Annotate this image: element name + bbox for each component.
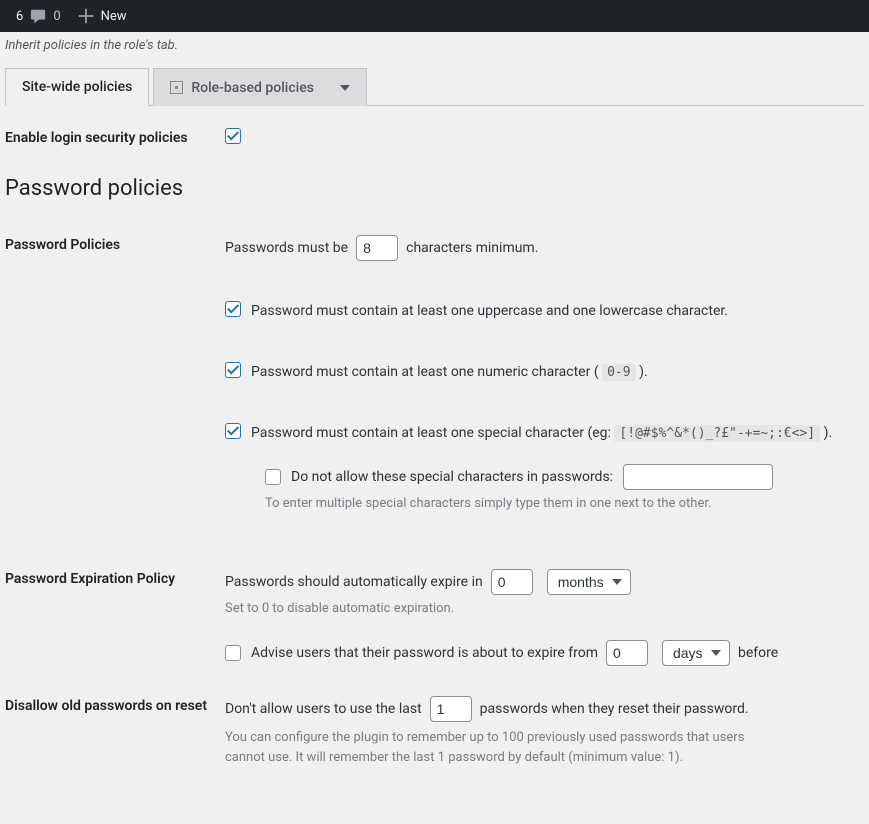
tab-rolebased-label: Role-based policies: [191, 80, 314, 96]
disallow-prefix: Don't allow users to use the last: [225, 701, 422, 717]
lock-icon: [170, 81, 183, 94]
expire-prefix: Passwords should automatically expire in: [225, 574, 483, 590]
admin-bar: 6 0 New: [0, 0, 869, 32]
disallow-count-input[interactable]: [430, 696, 472, 722]
updates-count-label: 0: [53, 9, 60, 24]
advise-prefix: Advise users that their password is abou…: [251, 645, 598, 661]
expire-value-input[interactable]: [491, 569, 533, 595]
min-chars-input[interactable]: [356, 235, 398, 261]
new-label: New: [101, 9, 127, 24]
advise-suffix: before: [738, 645, 778, 661]
expire-unit-select[interactable]: months: [547, 569, 631, 595]
plus-icon: [77, 7, 95, 25]
enable-label: Enable login security policies: [5, 128, 225, 146]
advise-checkbox[interactable]: [225, 645, 241, 661]
comments-count-label: 6: [16, 9, 23, 24]
expiration-label: Password Expiration Policy: [5, 569, 225, 587]
special-char-checkbox[interactable]: [225, 423, 241, 439]
uppercase-lowercase-checkbox[interactable]: [225, 301, 241, 317]
uppercase-lowercase-label: Password must contain at least one upper…: [251, 301, 728, 322]
section-heading-password-policies: Password policies: [5, 176, 864, 201]
password-policies-label: Password Policies: [5, 235, 225, 253]
min-prefix: Passwords must be: [225, 240, 348, 256]
row-expiration: Password Expiration Policy Passwords sho…: [5, 569, 864, 666]
disallow-special-input[interactable]: [623, 464, 773, 490]
admin-bar-new[interactable]: New: [69, 7, 135, 25]
row-enable: Enable login security policies: [5, 128, 864, 146]
chevron-down-icon: [340, 85, 350, 91]
tab-sitewide[interactable]: Site-wide policies: [5, 68, 149, 106]
expire-help: Set to 0 to disable automatic expiration…: [225, 601, 864, 616]
disallow-suffix: passwords when they reset their password…: [480, 701, 749, 717]
disallow-special-help: To enter multiple special characters sim…: [265, 496, 864, 511]
inherit-hint: Inherit policies in the role's tab.: [5, 38, 864, 53]
tab-sitewide-label: Site-wide policies: [22, 79, 132, 95]
disallow-label: Disallow old passwords on reset: [5, 696, 225, 714]
comment-icon: [29, 7, 47, 25]
numeric-checkbox[interactable]: [225, 362, 241, 378]
numeric-code: 0-9: [602, 364, 635, 381]
disallow-special-checkbox[interactable]: [265, 469, 281, 485]
enable-checkbox[interactable]: [225, 128, 241, 144]
advise-value-input[interactable]: [606, 640, 648, 666]
min-suffix: characters minimum.: [406, 240, 538, 256]
row-disallow-old: Disallow old passwords on reset Don't al…: [5, 696, 864, 767]
disallow-special-label: Do not allow these special characters in…: [291, 469, 613, 485]
row-password-policies: Password Policies Passwords must be char…: [5, 235, 864, 529]
tab-rolebased[interactable]: Role-based policies: [153, 68, 367, 106]
advise-unit-select[interactable]: days: [662, 640, 730, 666]
special-char-label: Password must contain at least one speci…: [251, 423, 832, 444]
special-code: [!@#$%^&*()_?£"-+=~;:€<>]: [614, 425, 820, 442]
disallow-help: You can configure the plugin to remember…: [225, 728, 785, 767]
admin-bar-comments[interactable]: 6 0: [8, 7, 69, 25]
numeric-label: Password must contain at least one numer…: [251, 362, 648, 383]
tabs: Site-wide policies Role-based policies: [5, 67, 864, 106]
